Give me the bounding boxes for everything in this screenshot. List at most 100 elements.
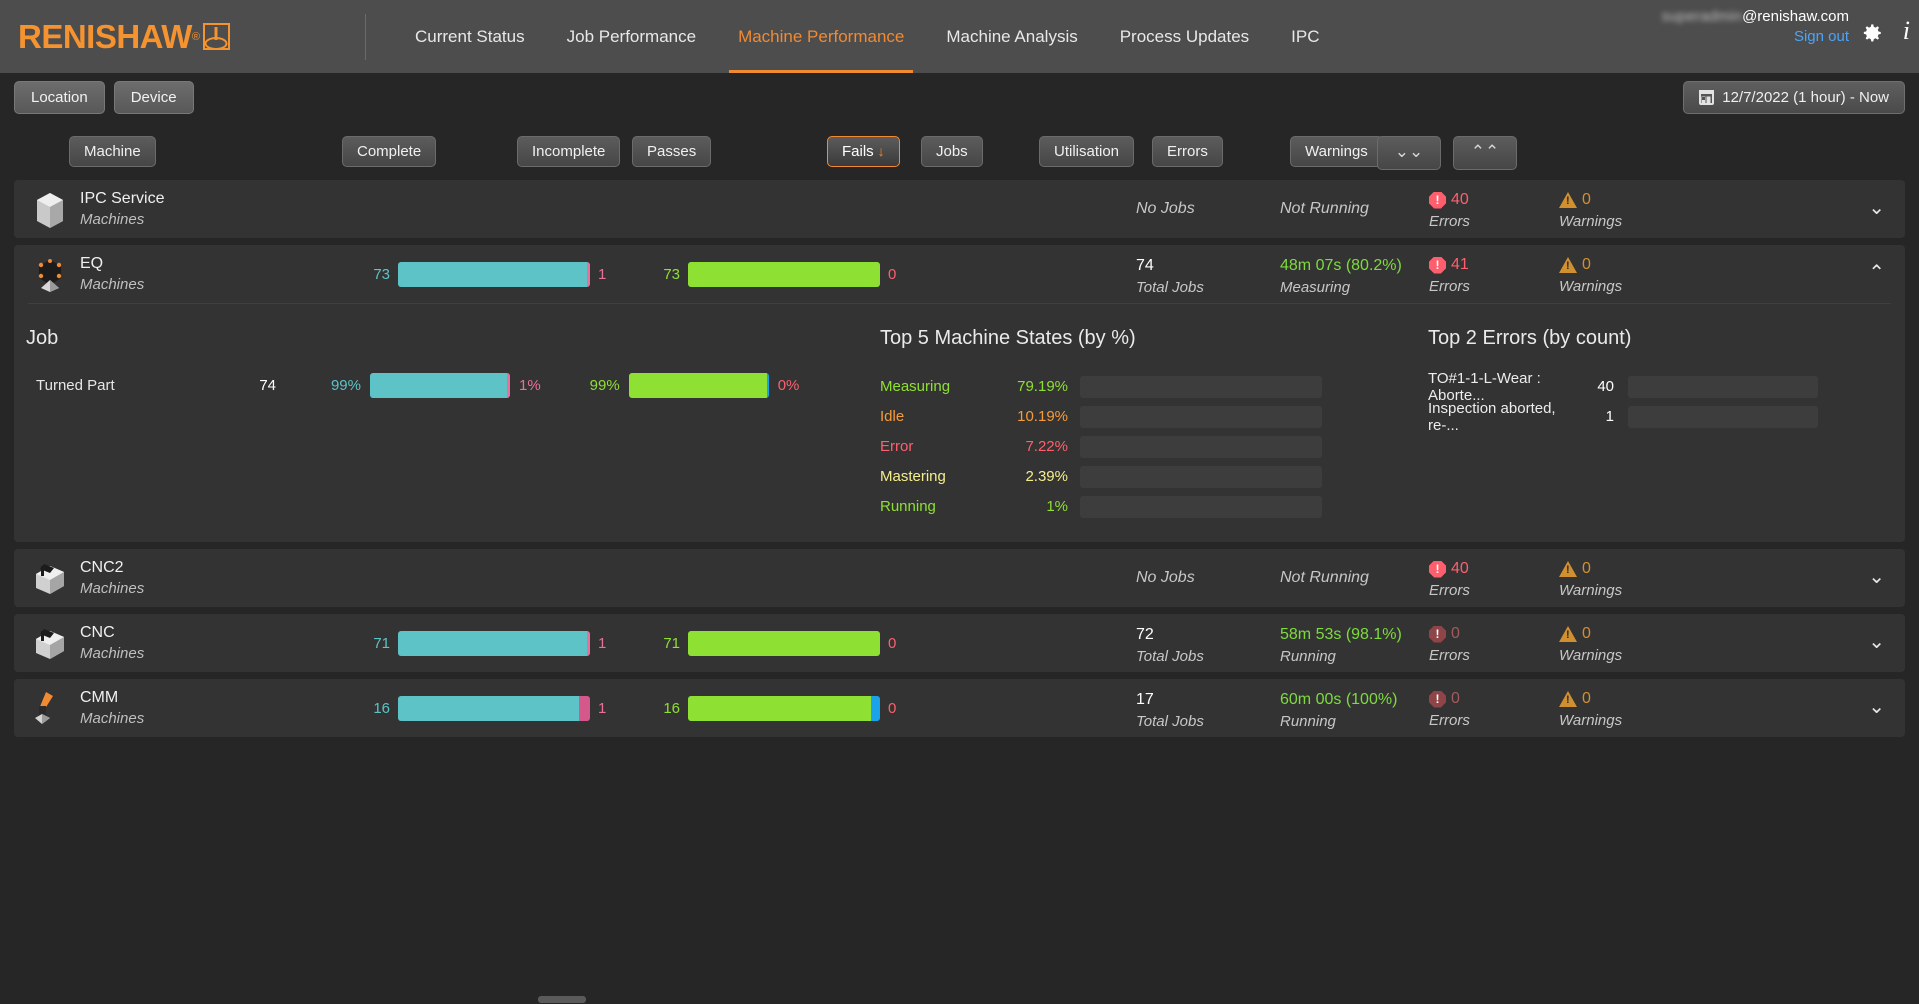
- table-row[interactable]: CNC Machines 71 1 71 0 72 Total Jobs 58m…: [14, 614, 1905, 672]
- job-panel: Job Turned Part 74 99% 1% 99% 0%: [14, 315, 880, 522]
- info-icon[interactable]: i: [1903, 16, 1910, 46]
- jobs-label: Total Jobs: [1136, 713, 1204, 730]
- errors-panel-title: Top 2 Errors (by count): [1428, 327, 1632, 349]
- date-range-picker[interactable]: 12/7/2022 (1 hour) - Now: [1683, 81, 1905, 114]
- machine-list: IPC Service Machines No Jobs Not Running…: [0, 180, 1919, 737]
- table-row[interactable]: CMM Machines 16 1 16 0 17 Total Jobs 60m…: [14, 679, 1905, 737]
- errors-stat: 40 Errors: [1429, 191, 1470, 230]
- machine-row-header[interactable]: CNC2 Machines No Jobs Not Running 40 Err…: [14, 549, 1905, 607]
- errors-label: Errors: [1429, 647, 1470, 664]
- incomplete-segment: [578, 696, 590, 721]
- column-sort-complete[interactable]: Complete: [342, 136, 437, 167]
- warning-icon: [1559, 192, 1577, 208]
- column-sort-passes[interactable]: Passes: [632, 136, 712, 167]
- machine-eq-icon: [30, 256, 70, 294]
- table-row[interactable]: IPC Service Machines No Jobs Not Running…: [14, 180, 1905, 238]
- job-incomplete-pct: 1%: [519, 376, 541, 394]
- job-panel-title: Job: [26, 327, 59, 349]
- user-email-line: superadmin@renishaw.com: [1662, 8, 1849, 26]
- warnings-count: 0: [1582, 690, 1591, 707]
- nav-item-machine-performance[interactable]: Machine Performance: [717, 0, 925, 73]
- passes-count: 73: [663, 266, 680, 283]
- errors-stat: 0 Errors: [1429, 690, 1470, 729]
- job-complete-segment: [370, 372, 508, 398]
- list-item: Error 7.22%: [880, 432, 1400, 461]
- errors-label: Errors: [1429, 582, 1470, 599]
- warnings-label: Warnings: [1559, 278, 1623, 295]
- column-sort-jobs[interactable]: Jobs: [921, 136, 983, 167]
- machine-cnc-icon: [30, 560, 70, 598]
- horizontal-scrollbar-thumb[interactable]: [538, 996, 586, 1003]
- utilisation-value: Not Running: [1280, 569, 1369, 586]
- main-nav: Current Status Job Performance Machine P…: [394, 0, 1341, 73]
- job-passes-pct: 99%: [589, 376, 620, 394]
- expand-all-button[interactable]: ⌃⌃: [1453, 136, 1517, 170]
- errors-count: 0: [1451, 690, 1460, 707]
- column-sort-warnings[interactable]: Warnings: [1290, 136, 1383, 167]
- collapse-all-button[interactable]: ⌄⌄: [1377, 136, 1441, 170]
- renishaw-logo[interactable]: RENISHAW ®: [0, 18, 365, 56]
- row-expand-chevron-down-icon[interactable]: ⌄: [1868, 198, 1885, 218]
- errors-count: 41: [1451, 256, 1469, 273]
- job-complete-pct: 99%: [330, 376, 361, 394]
- passes-count: 71: [663, 635, 680, 652]
- passes-segment: [688, 262, 880, 287]
- column-sort-fails-label: Fails: [842, 143, 874, 160]
- complete-count: 16: [373, 700, 390, 717]
- job-name: Turned Part: [36, 376, 115, 394]
- location-filter-button[interactable]: Location: [14, 81, 105, 114]
- warnings-label: Warnings: [1559, 647, 1623, 664]
- warning-icon: [1559, 691, 1577, 707]
- machine-row-header[interactable]: CMM Machines 16 1 16 0 17 Total Jobs 60m…: [14, 679, 1905, 737]
- fails-count: 0: [888, 700, 897, 717]
- row-expand-chevron-down-icon[interactable]: ⌄: [1868, 567, 1885, 587]
- sign-out-link[interactable]: Sign out: [1662, 28, 1849, 45]
- errors-count: 40: [1451, 560, 1469, 577]
- errors-stat: 40 Errors: [1429, 560, 1470, 599]
- jobs-value: 17: [1136, 691, 1154, 708]
- column-sort-fails[interactable]: Fails ↓: [827, 136, 900, 167]
- jobs-value: 72: [1136, 626, 1154, 643]
- nav-item-job-performance[interactable]: Job Performance: [546, 0, 717, 73]
- machine-group: Machines: [80, 710, 145, 727]
- fails-count: 0: [888, 266, 897, 283]
- column-sort-machine[interactable]: Machine: [69, 136, 156, 167]
- nav-item-ipc[interactable]: IPC: [1270, 0, 1340, 73]
- gear-icon[interactable]: [1858, 20, 1884, 51]
- utilisation-cell: 48m 07s (80.2%) Measuring: [1280, 257, 1402, 296]
- utilisation-cell: Not Running: [1280, 192, 1369, 218]
- utilisation-cell: Not Running: [1280, 561, 1369, 587]
- nav-item-machine-analysis[interactable]: Machine Analysis: [925, 0, 1098, 73]
- machine-group: Machines: [80, 645, 145, 662]
- jobs-value: No Jobs: [1136, 569, 1195, 586]
- machine-row-header[interactable]: EQ Machines 73 1 73 0 74 Total Jobs 48m …: [14, 245, 1905, 303]
- jobs-cell: No Jobs: [1136, 192, 1195, 218]
- device-filter-button[interactable]: Device: [113, 81, 194, 114]
- machine-row-header[interactable]: IPC Service Machines No Jobs Not Running…: [14, 180, 1905, 238]
- machine-row-header[interactable]: CNC Machines 71 1 71 0 72 Total Jobs 58m…: [14, 614, 1905, 672]
- horizontal-scrollbar[interactable]: [0, 994, 1919, 1004]
- warning-icon: [1559, 257, 1577, 273]
- warnings-stat: 0 Warnings: [1559, 625, 1622, 664]
- row-collapse-chevron-up-icon[interactable]: ⌃: [1868, 263, 1885, 283]
- nav-item-current-status[interactable]: Current Status: [394, 0, 546, 73]
- error-icon: [1429, 560, 1446, 578]
- renishaw-probe-icon: [202, 23, 230, 50]
- error-icon: [1429, 256, 1446, 274]
- utilisation-cell: 60m 00s (100%) Running: [1280, 691, 1397, 730]
- list-item: TO#1-1-L-Wear : Aborte... 40: [1428, 370, 1900, 404]
- filter-bar: Location Device 12/7/2022 (1 hour) - Now: [0, 73, 1919, 122]
- column-sort-incomplete[interactable]: Incomplete: [517, 136, 621, 167]
- row-expand-chevron-down-icon[interactable]: ⌄: [1868, 697, 1885, 717]
- incomplete-count: 1: [598, 266, 607, 283]
- table-row[interactable]: EQ Machines 73 1 73 0 74 Total Jobs 48m …: [14, 245, 1905, 542]
- column-sort-utilisation[interactable]: Utilisation: [1039, 136, 1135, 167]
- list-item: Running 1%: [880, 492, 1400, 521]
- nav-item-process-updates[interactable]: Process Updates: [1099, 0, 1270, 73]
- fails-count: 0: [888, 635, 897, 652]
- table-row[interactable]: CNC2 Machines No Jobs Not Running 40 Err…: [14, 549, 1905, 607]
- column-sort-errors[interactable]: Errors: [1152, 136, 1223, 167]
- complete-segment: [398, 631, 588, 656]
- warnings-count: 0: [1582, 191, 1591, 208]
- row-expand-chevron-down-icon[interactable]: ⌄: [1868, 632, 1885, 652]
